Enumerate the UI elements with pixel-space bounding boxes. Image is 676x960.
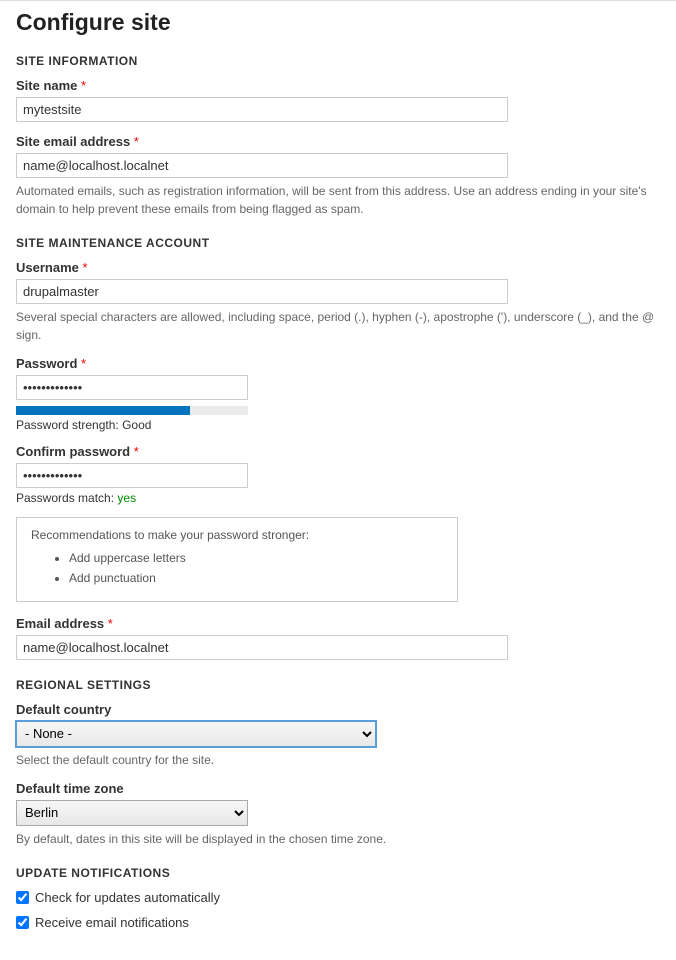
confirm-password-label: Confirm password * xyxy=(16,444,660,459)
username-description: Several special characters are allowed, … xyxy=(16,308,660,344)
recommendation-item: Add uppercase letters xyxy=(69,548,443,568)
site-email-input[interactable] xyxy=(16,153,508,178)
section-site-information: SITE INFORMATION xyxy=(16,54,660,68)
site-email-label: Site email address * xyxy=(16,134,660,149)
password-label: Password * xyxy=(16,356,660,371)
password-strength-text: Password strength: Good xyxy=(16,418,660,432)
site-email-description: Automated emails, such as registration i… xyxy=(16,182,660,218)
default-country-select[interactable]: - None - xyxy=(16,721,376,747)
section-regional-settings: REGIONAL SETTINGS xyxy=(16,678,660,692)
site-name-input[interactable] xyxy=(16,97,508,122)
password-input[interactable] xyxy=(16,375,248,400)
receive-email-label[interactable]: Receive email notifications xyxy=(35,915,189,930)
site-name-label: Site name * xyxy=(16,78,660,93)
default-country-label: Default country xyxy=(16,702,660,717)
password-strength-fill xyxy=(16,406,190,415)
confirm-password-input[interactable] xyxy=(16,463,248,488)
default-timezone-select[interactable]: Berlin xyxy=(16,800,248,826)
username-input[interactable] xyxy=(16,279,508,304)
check-updates-label[interactable]: Check for updates automatically xyxy=(35,890,220,905)
default-timezone-description: By default, dates in this site will be d… xyxy=(16,830,660,848)
section-maintenance-account: SITE MAINTENANCE ACCOUNT xyxy=(16,236,660,250)
recommendations-title: Recommendations to make your password st… xyxy=(31,528,443,542)
page-title: Configure site xyxy=(16,9,660,36)
section-update-notifications: UPDATE NOTIFICATIONS xyxy=(16,866,660,880)
default-timezone-label: Default time zone xyxy=(16,781,660,796)
password-recommendations: Recommendations to make your password st… xyxy=(16,517,458,602)
recommendation-item: Add punctuation xyxy=(69,568,443,588)
default-country-description: Select the default country for the site. xyxy=(16,751,660,769)
receive-email-checkbox[interactable] xyxy=(16,916,29,929)
email-address-label: Email address * xyxy=(16,616,660,631)
username-label: Username * xyxy=(16,260,660,275)
check-updates-checkbox[interactable] xyxy=(16,891,29,904)
password-match-text: Passwords match: yes xyxy=(16,491,660,505)
password-strength-bar xyxy=(16,406,248,415)
email-address-input[interactable] xyxy=(16,635,508,660)
